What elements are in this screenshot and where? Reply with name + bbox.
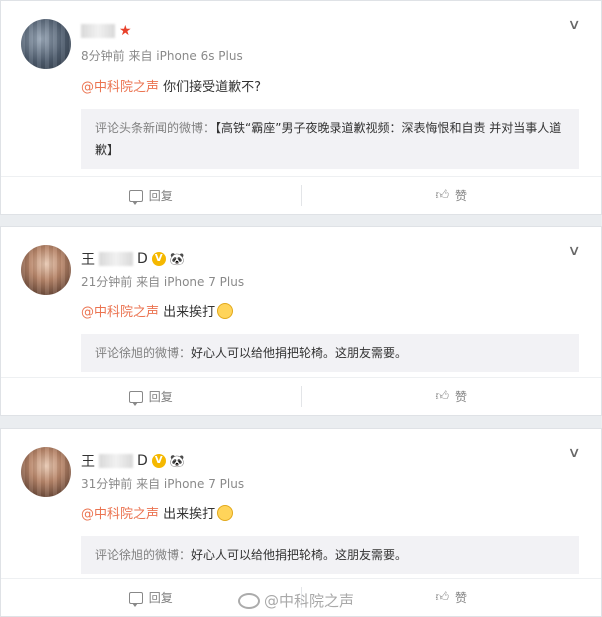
quoted-weibo[interactable]: 评论头条新闻的微博：【高铁“霸座”男子夜晚录道歉视频：深表悔恨和自责 并对当事人…	[81, 109, 579, 169]
blurred-name	[81, 24, 115, 38]
blurred-name	[99, 454, 133, 468]
verified-v-icon: V	[151, 454, 166, 468]
comment-meta: 8分钟前 来自 iPhone 6s Plus	[81, 49, 243, 63]
avatar[interactable]	[21, 447, 71, 497]
mention-link[interactable]: @中科院之声	[81, 80, 159, 95]
emoji-icon	[217, 505, 234, 521]
panda-icon: 🐼	[169, 252, 185, 266]
action-bar: 回复 👍︎ 赞	[1, 377, 601, 415]
username[interactable]: 王 D V 🐼	[81, 451, 185, 471]
like-button[interactable]: 👍︎ 赞	[302, 378, 602, 415]
emoji-icon	[217, 303, 234, 319]
comment-meta: 31分钟前 来自 iPhone 7 Plus	[81, 477, 245, 491]
username[interactable]: ★	[81, 23, 132, 39]
comment-meta: 21分钟前 来自 iPhone 7 Plus	[81, 275, 245, 289]
comment-text: @中科院之声 出来挨打	[81, 303, 601, 322]
blurred-name	[99, 252, 133, 266]
thumbs-up-icon: 👍︎	[435, 188, 450, 203]
panda-icon: 🐼	[169, 454, 185, 468]
reply-button[interactable]: 回复	[1, 177, 301, 214]
chevron-down-icon[interactable]: ∨	[567, 243, 580, 259]
username[interactable]: 王 D V 🐼	[81, 249, 185, 269]
quoted-weibo[interactable]: 评论徐旭的微博：好心人可以给他捐把轮椅。这朋友需要。	[81, 536, 579, 574]
comment-text: @中科院之声 出来挨打	[81, 505, 601, 524]
reply-icon	[128, 189, 143, 205]
avatar[interactable]	[21, 245, 71, 295]
star-badge-icon: ★	[119, 23, 132, 39]
mention-link[interactable]: @中科院之声	[81, 507, 159, 522]
comment-card-1: ★ 8分钟前 来自 iPhone 6s Plus ∨ @中科院之声 你们接受道歉…	[0, 0, 602, 215]
comment-text: @中科院之声 你们接受道歉不?	[81, 80, 262, 95]
mention-link[interactable]: @中科院之声	[81, 305, 159, 320]
reply-icon	[128, 591, 143, 607]
quoted-weibo[interactable]: 评论徐旭的微博：好心人可以给他捐把轮椅。这朋友需要。	[81, 334, 579, 372]
chevron-down-icon[interactable]: ∨	[567, 17, 580, 33]
reply-button[interactable]: 回复	[1, 378, 301, 415]
comment-card-3: 王 D V 🐼 31分钟前 来自 iPhone 7 Plus ∨ @中科院之声 …	[0, 428, 602, 617]
weibo-logo-icon	[238, 592, 260, 609]
avatar[interactable]	[21, 19, 71, 69]
chevron-down-icon[interactable]: ∨	[567, 445, 580, 461]
watermark: @中科院之声	[238, 590, 354, 611]
comment-card-2: 王 D V 🐼 21分钟前 来自 iPhone 7 Plus ∨ @中科院之声 …	[0, 226, 602, 416]
action-bar: 回复 👍︎ 赞	[1, 176, 601, 214]
thumbs-up-icon: 👍︎	[435, 590, 450, 605]
reply-icon	[128, 390, 143, 406]
like-button[interactable]: 👍︎ 赞	[302, 177, 602, 214]
verified-v-icon: V	[151, 252, 166, 266]
thumbs-up-icon: 👍︎	[435, 389, 450, 404]
